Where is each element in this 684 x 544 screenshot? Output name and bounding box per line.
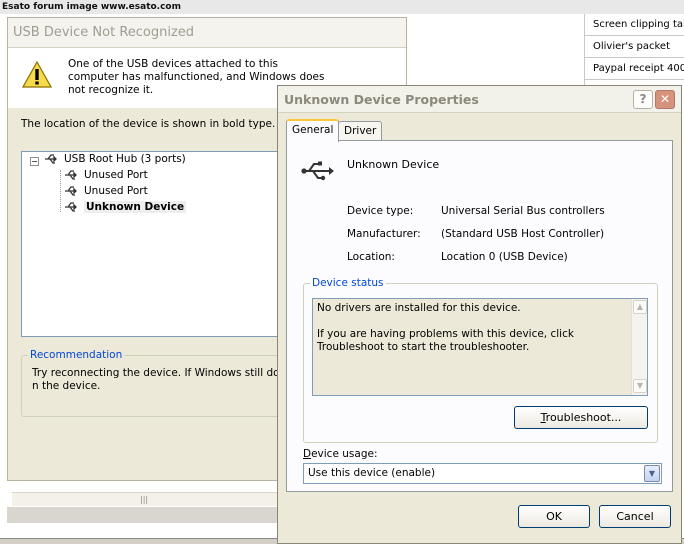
vertical-scrollbar[interactable]: ▲ ▼ (631, 299, 647, 395)
tree-node-root-hub[interactable]: USB Root Hub (3 ports) (44, 153, 186, 165)
recommendation-group: Recommendation Try reconnecting the devi… (21, 349, 292, 417)
usb-icon (45, 154, 57, 164)
device-usage-select[interactable]: Use this device (enable) ▼ (303, 463, 662, 484)
field-value: (Standard USB Host Controller) (441, 228, 605, 240)
watermark-banner: Esato forum image www.esato.com (0, 0, 684, 14)
horizontal-scrollbar[interactable]: ||| (12, 492, 278, 506)
properties-title: Unknown Device Properties (284, 92, 479, 107)
device-tree[interactable]: − USB Root Hub (3 ports) Unused Port Unu… (21, 151, 286, 337)
chevron-down-icon[interactable]: ▼ (644, 465, 660, 482)
usb-icon (65, 170, 77, 180)
recommendation-label: Recommendation (28, 349, 125, 361)
device-properties-dialog: Unknown Device Properties ? ✕ General Dr… (277, 85, 682, 544)
tree-node-unknown-device[interactable]: Unknown Device (64, 201, 187, 213)
tree-node-unused-port[interactable]: Unused Port (64, 185, 148, 197)
dialog-title: USB Device Not Recognized (8, 18, 406, 48)
recommendation-text: Try reconnecting the device. If Windows … (32, 367, 292, 392)
usb-icon (65, 186, 77, 196)
list-item[interactable]: Paypal receipt 4000 (585, 58, 684, 80)
device-status-label: Device status (310, 277, 386, 289)
status-line: If you are having problems with this dev… (317, 328, 574, 353)
scroll-down-icon[interactable]: ▼ (633, 379, 647, 393)
usb-icon (301, 161, 334, 181)
field-label: Location: (347, 251, 395, 263)
tab-general[interactable]: General (286, 119, 340, 142)
device-status-text[interactable]: No drivers are installed for this device… (312, 298, 648, 396)
scroll-grip-icon[interactable]: ||| (140, 495, 148, 504)
field-label: Device type: (347, 205, 414, 217)
field-value: Universal Serial Bus controllers (441, 205, 605, 217)
field-location: Location: Location 0 (USB Device) (347, 251, 568, 263)
close-icon[interactable]: ✕ (655, 90, 675, 109)
usb-icon (65, 202, 77, 212)
properties-title-bar[interactable]: Unknown Device Properties ? ✕ (278, 86, 681, 113)
list-item[interactable]: Olivier's packet (585, 36, 684, 58)
ok-button[interactable]: OK (518, 505, 590, 528)
warning-icon (22, 60, 52, 88)
expand-minus-icon[interactable]: − (30, 157, 39, 166)
field-manufacturer: Manufacturer: (Standard USB Host Controll… (347, 228, 604, 240)
background-band (7, 507, 282, 523)
troubleshoot-button[interactable]: Troubleshoot... (514, 406, 648, 429)
tree-node-unused-port[interactable]: Unused Port (64, 169, 148, 181)
general-tab-panel: Unknown Device Device type: Universal Ser… (286, 140, 673, 492)
device-usage-label: Device usage: (303, 448, 378, 460)
device-usage-value: Use this device (enable) (308, 467, 436, 479)
scroll-up-icon[interactable]: ▲ (633, 300, 647, 314)
list-item[interactable]: Screen clipping take (585, 14, 684, 36)
device-status-group: Device status No drivers are installed f… (303, 277, 658, 443)
field-device-type: Device type: Universal Serial Bus control… (347, 205, 605, 217)
device-name: Unknown Device (347, 158, 440, 171)
help-icon[interactable]: ? (633, 90, 653, 109)
tab-driver[interactable]: Driver (338, 121, 383, 141)
location-hint: The location of the device is shown in b… (21, 118, 276, 130)
cancel-button[interactable]: Cancel (599, 505, 671, 528)
field-label: Manufacturer: (347, 228, 421, 240)
field-value: Location 0 (USB Device) (441, 251, 568, 263)
status-line: No drivers are installed for this device… (317, 302, 521, 314)
